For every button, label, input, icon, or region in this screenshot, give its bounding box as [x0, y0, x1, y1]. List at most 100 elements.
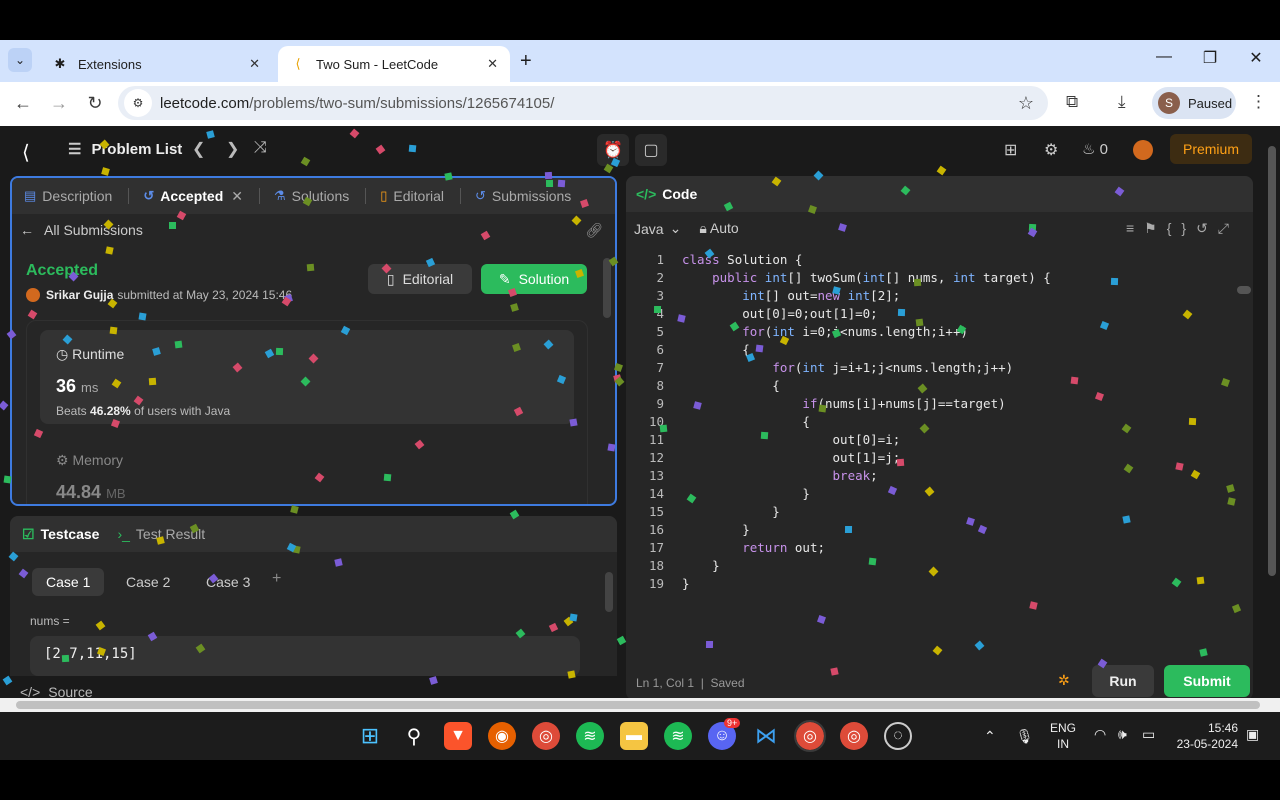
add-case-icon[interactable]: + — [272, 570, 281, 588]
battery-icon[interactable]: ▭ — [1142, 726, 1155, 743]
code-line[interactable]: } — [682, 522, 750, 537]
param-input[interactable]: [2,7,11,15] — [30, 636, 580, 676]
tab-extensions[interactable]: ✱ Extensions ✕ — [40, 46, 272, 82]
code-line[interactable]: return out; — [682, 540, 825, 555]
close-window-button[interactable]: ✕ — [1244, 48, 1268, 68]
layout-icon[interactable]: ⊞ — [1004, 140, 1017, 160]
tab-search-button[interactable]: ⌄ — [8, 48, 32, 72]
download-icon[interactable]: ⤓ — [1118, 92, 1126, 112]
bookmark-star-icon[interactable]: ☆ — [1018, 93, 1034, 114]
windows-start-icon[interactable]: ⊞ — [356, 722, 384, 750]
clock[interactable]: 15:46 23-05-2024 — [1170, 720, 1238, 752]
tab-solutions[interactable]: ⚗ Solutions — [274, 188, 349, 204]
code-line[interactable]: } — [682, 576, 690, 591]
expand-icon[interactable]: ⤢ — [1218, 220, 1239, 236]
obs-icon[interactable]: ◌ — [884, 722, 912, 750]
streak-counter[interactable]: ♨ 0 — [1082, 140, 1108, 158]
brave-icon[interactable]: ▼ — [444, 722, 472, 750]
next-problem-icon[interactable]: ❯ — [226, 139, 239, 159]
tab-close-icon[interactable]: ✕ — [249, 56, 260, 72]
code-line[interactable]: { — [682, 378, 780, 393]
new-tab-button[interactable]: + — [520, 50, 532, 73]
debug-icon[interactable]: ✲ — [1058, 672, 1070, 689]
runtime-card[interactable]: ◷ Runtime 36 ms Beats 46.28% of users wi… — [40, 330, 574, 424]
spotify-icon[interactable]: ≋ — [576, 722, 604, 750]
profile-button[interactable]: S Paused — [1152, 87, 1236, 119]
reload-button[interactable]: ↻ — [84, 93, 106, 114]
settings-gear-icon[interactable]: ⚙ — [1044, 140, 1058, 160]
code-line[interactable]: public int[] twoSum(int[] nums, int targ… — [682, 270, 1051, 285]
braces-icon[interactable]: {} — [1167, 220, 1196, 236]
submit-button[interactable]: Submit — [1164, 665, 1250, 697]
minimize-button[interactable]: — — [1152, 48, 1176, 66]
code-line[interactable]: if(nums[i]+nums[j]==target) — [682, 396, 1005, 411]
code-line[interactable]: out[1]=j; — [682, 450, 901, 465]
tab-two-sum[interactable]: ⟨ Two Sum - LeetCode ✕ — [278, 46, 510, 82]
code-line[interactable]: out[0]=0;out[1]=0; — [682, 306, 877, 321]
extensions-icon[interactable]: ⧉ — [1066, 92, 1078, 112]
vscode-icon[interactable]: ⋈ — [752, 722, 780, 750]
tab-submissions[interactable]: ↺ Submissions — [475, 188, 571, 204]
chrome-icon[interactable]: ◎ — [532, 722, 560, 750]
user-avatar[interactable] — [1133, 140, 1153, 160]
microphone-icon[interactable]: 🎙︎ — [1016, 728, 1034, 745]
tab-description[interactable]: ▤ Description — [24, 188, 112, 204]
notes-icon[interactable]: ▢ — [635, 134, 667, 166]
code-line[interactable]: } — [682, 558, 720, 573]
chrome-icon[interactable]: ◎ — [840, 722, 868, 750]
horizontal-scrollbar[interactable] — [0, 698, 1280, 712]
code-line[interactable]: } — [682, 486, 810, 501]
notification-bell-icon[interactable]: ▣ — [1246, 726, 1259, 743]
chrome-active-icon[interactable]: ◎ — [794, 720, 826, 752]
forward-button[interactable]: → — [48, 93, 70, 114]
wifi-icon[interactable]: ◠ — [1094, 726, 1106, 743]
tab-testcase[interactable]: ☑ Testcase — [22, 526, 99, 543]
tab-close-icon[interactable]: ✕ — [487, 56, 498, 72]
prev-problem-icon[interactable]: ❮ — [192, 139, 205, 159]
reset-icon[interactable]: ↺ — [1196, 220, 1218, 236]
share-link-icon[interactable]: 🔗︎ — [585, 222, 603, 239]
code-line[interactable]: out[0]=i; — [682, 432, 901, 447]
scrollbar[interactable] — [1237, 286, 1251, 294]
leetcode-logo-icon[interactable]: ⟨ — [22, 140, 30, 165]
format-icon[interactable]: ≡ — [1126, 220, 1144, 236]
volume-icon[interactable]: 🕪︎ — [1118, 726, 1127, 743]
case-2-tab[interactable]: Case 2 — [112, 568, 184, 596]
code-line[interactable]: class Solution { — [682, 252, 802, 267]
solution-button[interactable]: ✎ Solution — [481, 264, 587, 294]
code-line[interactable]: { — [682, 414, 810, 429]
code-editor[interactable]: 1 class Solution {2 public int[] twoSum(i… — [626, 252, 1236, 652]
submitter-name[interactable]: Srikar Gujja — [46, 288, 113, 302]
back-button[interactable]: ← — [12, 93, 34, 114]
premium-button[interactable]: Premium — [1170, 134, 1252, 164]
case-1-tab[interactable]: Case 1 — [32, 568, 105, 596]
memory-card[interactable]: ⚙ Memory 44.84 MB — [40, 438, 574, 504]
language-indicator[interactable]: ENG IN — [1050, 720, 1076, 752]
close-tab-icon[interactable]: ✕ — [231, 188, 243, 205]
code-line[interactable]: } — [682, 504, 780, 519]
case-3-tab[interactable]: Case 3 — [192, 568, 264, 596]
run-button[interactable]: Run — [1092, 665, 1154, 697]
all-submissions-link[interactable]: ← All Submissions — [20, 222, 143, 238]
tab-editorial[interactable]: ▯ Editorial — [380, 188, 444, 204]
page-scrollbar[interactable] — [1264, 126, 1280, 698]
chevron-up-icon[interactable]: ⌃ — [984, 728, 996, 745]
language-selector[interactable]: Java ⌄ 🔒︎ Auto — [634, 220, 739, 237]
search-icon[interactable]: ⚲ — [400, 722, 428, 750]
code-line[interactable]: break; — [682, 468, 878, 483]
code-line[interactable]: { — [682, 342, 750, 357]
scrollbar[interactable] — [603, 258, 611, 318]
auto-mode[interactable]: 🔒︎ Auto — [699, 220, 738, 237]
spotify-icon[interactable]: ≋ — [664, 722, 692, 750]
restore-button[interactable]: ❐ — [1198, 48, 1222, 68]
firefox-icon[interactable]: ◉ — [488, 722, 516, 750]
file-explorer-icon[interactable]: ▬ — [620, 722, 648, 750]
site-info-icon[interactable]: ⚙ — [124, 89, 152, 117]
code-line[interactable]: for(int j=i+1;j<nums.length;j++) — [682, 360, 1013, 375]
bookmark-icon[interactable]: ⚑ — [1144, 220, 1167, 236]
code-line[interactable]: int[] out=new int[2]; — [682, 288, 900, 303]
scrollbar[interactable] — [605, 572, 613, 612]
tab-accepted[interactable]: ↺ Accepted ✕ — [143, 188, 243, 205]
problem-list-link[interactable]: ☰ Problem List — [68, 140, 182, 159]
code-line[interactable]: for(int i=0;i<nums.length;i++) — [682, 324, 968, 339]
